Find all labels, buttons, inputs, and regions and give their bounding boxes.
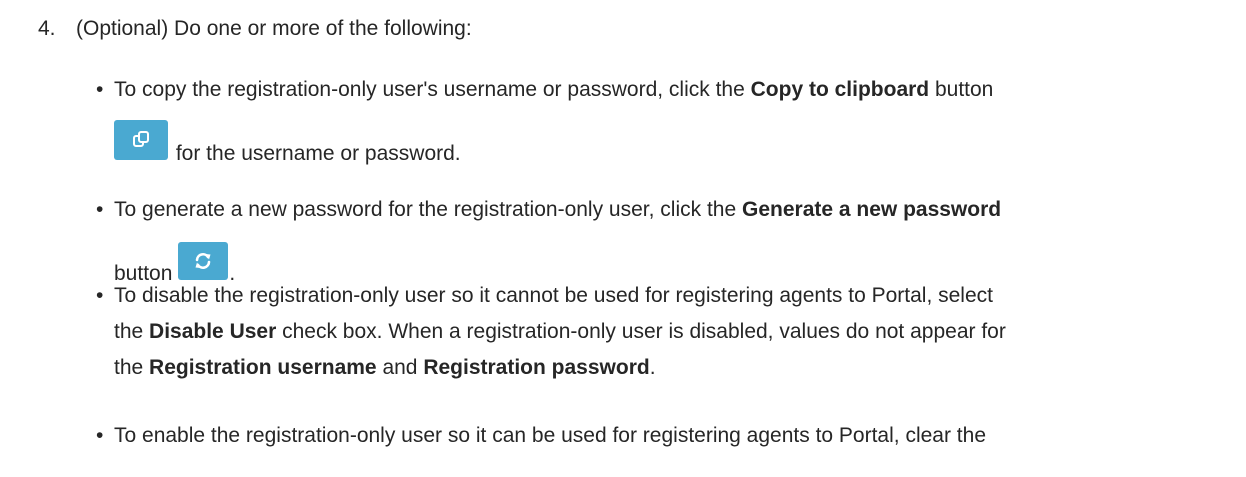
options-list: • To copy the registration-only user's u…: [96, 72, 1236, 454]
list-item-enable: • To enable the registration-only user s…: [96, 418, 1236, 454]
bullet-text: for the username or password.: [170, 142, 461, 165]
bullet-text: and: [376, 356, 424, 379]
step-number: 4.: [38, 17, 56, 40]
list-item-disable: • To disable the registration-only user …: [96, 278, 1236, 418]
bullet-text: To generate a new password for the regis…: [114, 198, 742, 221]
bullet-text: To enable the registration-only user so …: [114, 424, 986, 447]
copy-to-clipboard-button[interactable]: [114, 120, 168, 160]
bullet-dot: •: [96, 424, 104, 447]
bullet-text: the: [114, 356, 150, 379]
bullet-bold-registration-password: Registration password: [423, 356, 650, 379]
bullet-bold-registration-username: Registration username: [149, 356, 377, 379]
bullet-text: .: [649, 356, 656, 379]
bullet-text: To disable the registration-only user so…: [114, 284, 993, 307]
list-item-copy: • To copy the registration-only user's u…: [96, 72, 1236, 192]
step-4: 4. (Optional) Do one or more of the follo…: [38, 14, 472, 44]
bullet-text: To copy the registration-only user's use…: [114, 78, 751, 101]
bullet-dot: •: [96, 78, 104, 101]
refresh-icon: [195, 253, 211, 269]
bullet-dot: •: [96, 284, 104, 307]
step-text: (Optional) Do one or more of the followi…: [76, 17, 472, 40]
bullet-bold-disable-user: Disable User: [149, 320, 277, 343]
bullet-text: button: [929, 78, 994, 101]
bullet-bold-generate-password: Generate a new password: [742, 198, 1002, 221]
bullet-dot: •: [96, 198, 104, 221]
list-item-generate: • To generate a new password for the reg…: [96, 192, 1236, 285]
copy-icon: [133, 131, 149, 147]
generate-password-button[interactable]: [178, 242, 229, 280]
bullet-bold-copy-to-clipboard: Copy to clipboard: [750, 78, 930, 101]
bullet-text: the: [114, 320, 150, 343]
bullet-text: check box. When a registration-only user…: [276, 320, 1006, 343]
